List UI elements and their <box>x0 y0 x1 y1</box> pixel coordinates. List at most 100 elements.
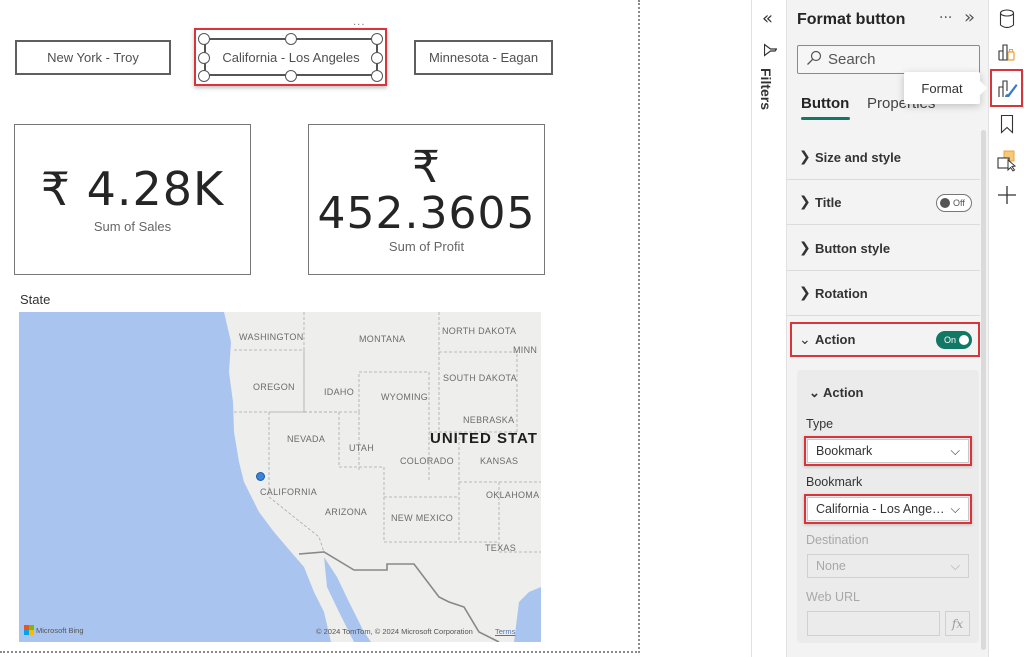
chevron-right-icon: ❯ <box>799 149 811 165</box>
filter-funnel-icon <box>763 42 778 61</box>
chevron-right-icon: ❯ <box>799 194 811 210</box>
data-icon[interactable] <box>996 8 1018 30</box>
map-label-minnesota: MINN <box>513 345 538 355</box>
bookmark-button-minnesota[interactable]: Minnesota - Eagan <box>414 40 553 75</box>
section-label: Button style <box>815 240 891 256</box>
map-attribution: © 2024 TomTom, © 2024 Microsoft Corporat… <box>316 627 473 636</box>
tab-button[interactable]: Button <box>801 95 849 112</box>
card-label: Sum of Sales <box>93 219 172 235</box>
chevron-down-icon: ⌵ <box>950 443 960 458</box>
type-dropdown[interactable]: Bookmark ⌵ <box>807 439 969 463</box>
more-options-icon[interactable]: ··· <box>939 10 952 26</box>
section-size-and-style[interactable]: ❯ Size and style <box>787 135 980 180</box>
card-label: Sum of Profit <box>388 239 465 255</box>
map-label-colorado: COLORADO <box>400 456 454 466</box>
power-bi-window: New York - Troy California - Los Angeles… <box>0 0 1024 657</box>
resize-handle[interactable] <box>198 70 210 82</box>
section-label: Action <box>815 332 856 347</box>
pane-switcher-rail <box>988 0 1024 657</box>
card-value-currency: ₹ <box>412 141 441 193</box>
bookmark-icon[interactable] <box>996 113 1018 135</box>
pane-title: Format button <box>797 11 906 28</box>
expand-pane-icon[interactable]: » <box>964 7 975 28</box>
toggle-text: Off <box>953 198 965 208</box>
card-sum-of-sales[interactable]: ₹ 4.28K Sum of Sales <box>14 124 251 275</box>
map-base <box>19 312 541 642</box>
state-map[interactable]: WASHINGTON MONTANA NORTH DAKOTA MINN ORE… <box>19 312 541 642</box>
map-label-nevada: NEVADA <box>287 434 326 444</box>
filters-pane-collapsed[interactable]: « Filters <box>751 0 787 657</box>
bookmark-dropdown[interactable]: California - Los Angeles ⌵ <box>807 497 969 521</box>
bookmark-button-new-york[interactable]: New York - Troy <box>15 40 171 75</box>
title-toggle[interactable]: Off <box>936 194 972 212</box>
resize-handle[interactable] <box>198 33 210 45</box>
add-icon[interactable] <box>996 184 1018 206</box>
destination-dropdown[interactable]: None ⌵ <box>807 554 969 578</box>
map-label-south-dakota: SOUTH DAKOTA <box>443 373 517 383</box>
card-value: ₹ 4.28K <box>40 161 225 216</box>
collapse-filters-icon[interactable]: « <box>762 8 773 29</box>
resize-handle[interactable] <box>371 52 383 64</box>
filters-label[interactable]: Filters <box>758 68 774 110</box>
web-url-label: Web URL <box>806 590 860 604</box>
map-label-montana: MONTANA <box>359 334 406 344</box>
section-title[interactable]: ❯ Title Off <box>787 180 980 225</box>
chevron-down-icon: ⌄ <box>799 331 811 348</box>
resize-handle[interactable] <box>371 70 383 82</box>
pane-scrollbar[interactable] <box>981 130 986 650</box>
visual-more-options[interactable]: ··· <box>353 20 366 31</box>
build-visual-icon[interactable] <box>996 41 1018 63</box>
toggle-text: On <box>943 335 956 345</box>
destination-label: Destination <box>806 533 869 547</box>
canvas-gutter <box>642 0 751 657</box>
bookmark-button-label: Minnesota - Eagan <box>428 50 539 65</box>
chevron-down-icon: ⌵ <box>950 501 960 516</box>
section-label: Title <box>815 194 842 210</box>
resize-handle[interactable] <box>198 52 210 64</box>
format-visual-icon[interactable] <box>996 77 1018 99</box>
action-group-title: Action <box>823 385 864 400</box>
chevron-down-icon: ⌵ <box>950 558 960 573</box>
bing-logo-icon <box>24 625 34 635</box>
toggle-knob <box>959 335 969 345</box>
resize-handle[interactable] <box>285 70 297 82</box>
map-label-oklahoma: OKLAHOMA <box>486 490 540 500</box>
action-group-card: ⌄ Action Type Bookmark ⌵ Bookmark Califo… <box>797 370 979 643</box>
web-url-input[interactable] <box>807 611 940 636</box>
section-button-style[interactable]: ❯ Button style <box>787 226 980 271</box>
map-label-washington: WASHINGTON <box>239 332 304 342</box>
type-label: Type <box>806 417 834 431</box>
map-label-north-dakota: NORTH DAKOTA <box>442 326 517 336</box>
section-label: Rotation <box>815 285 868 301</box>
map-label-new-mexico: NEW MEXICO <box>391 513 454 523</box>
resize-handle[interactable] <box>371 33 383 45</box>
destination-value: None <box>816 559 846 573</box>
action-group-header[interactable]: ⌄ Action <box>809 385 863 401</box>
map-title: State <box>20 292 51 307</box>
card-value: 452.3605 <box>317 188 536 239</box>
type-value: Bookmark <box>816 444 873 458</box>
section-rotation[interactable]: ❯ Rotation <box>787 271 980 316</box>
chevron-down-icon: ⌄ <box>809 385 824 400</box>
map-label-utah: UTAH <box>349 443 375 453</box>
map-label-kansas: KANSAS <box>480 456 519 466</box>
map-label-california: CALIFORNIA <box>260 487 318 497</box>
bookmark-button-label: New York - Troy <box>47 50 139 65</box>
map-data-point-los-angeles[interactable] <box>256 472 265 481</box>
resize-handle[interactable] <box>285 33 297 45</box>
search-input[interactable] <box>828 51 968 68</box>
bookmark-label: Bookmark <box>806 475 863 489</box>
search-field[interactable] <box>797 45 980 74</box>
active-tab-indicator <box>801 117 850 120</box>
action-toggle[interactable]: On <box>936 331 972 349</box>
toggle-knob <box>940 198 950 208</box>
search-icon <box>806 50 822 70</box>
chevron-right-icon: ❯ <box>799 240 811 256</box>
conditional-format-fx-button[interactable]: fx <box>945 611 970 636</box>
section-label: Size and style <box>815 149 901 165</box>
map-terms-link[interactable]: Terms <box>495 627 515 636</box>
card-sum-of-profit[interactable]: ₹ 452.3605 Sum of Profit <box>308 124 545 275</box>
report-canvas[interactable]: New York - Troy California - Los Angeles… <box>0 0 640 653</box>
selection-icon[interactable] <box>996 150 1018 172</box>
section-action[interactable]: ⌄ Action On <box>787 317 980 362</box>
